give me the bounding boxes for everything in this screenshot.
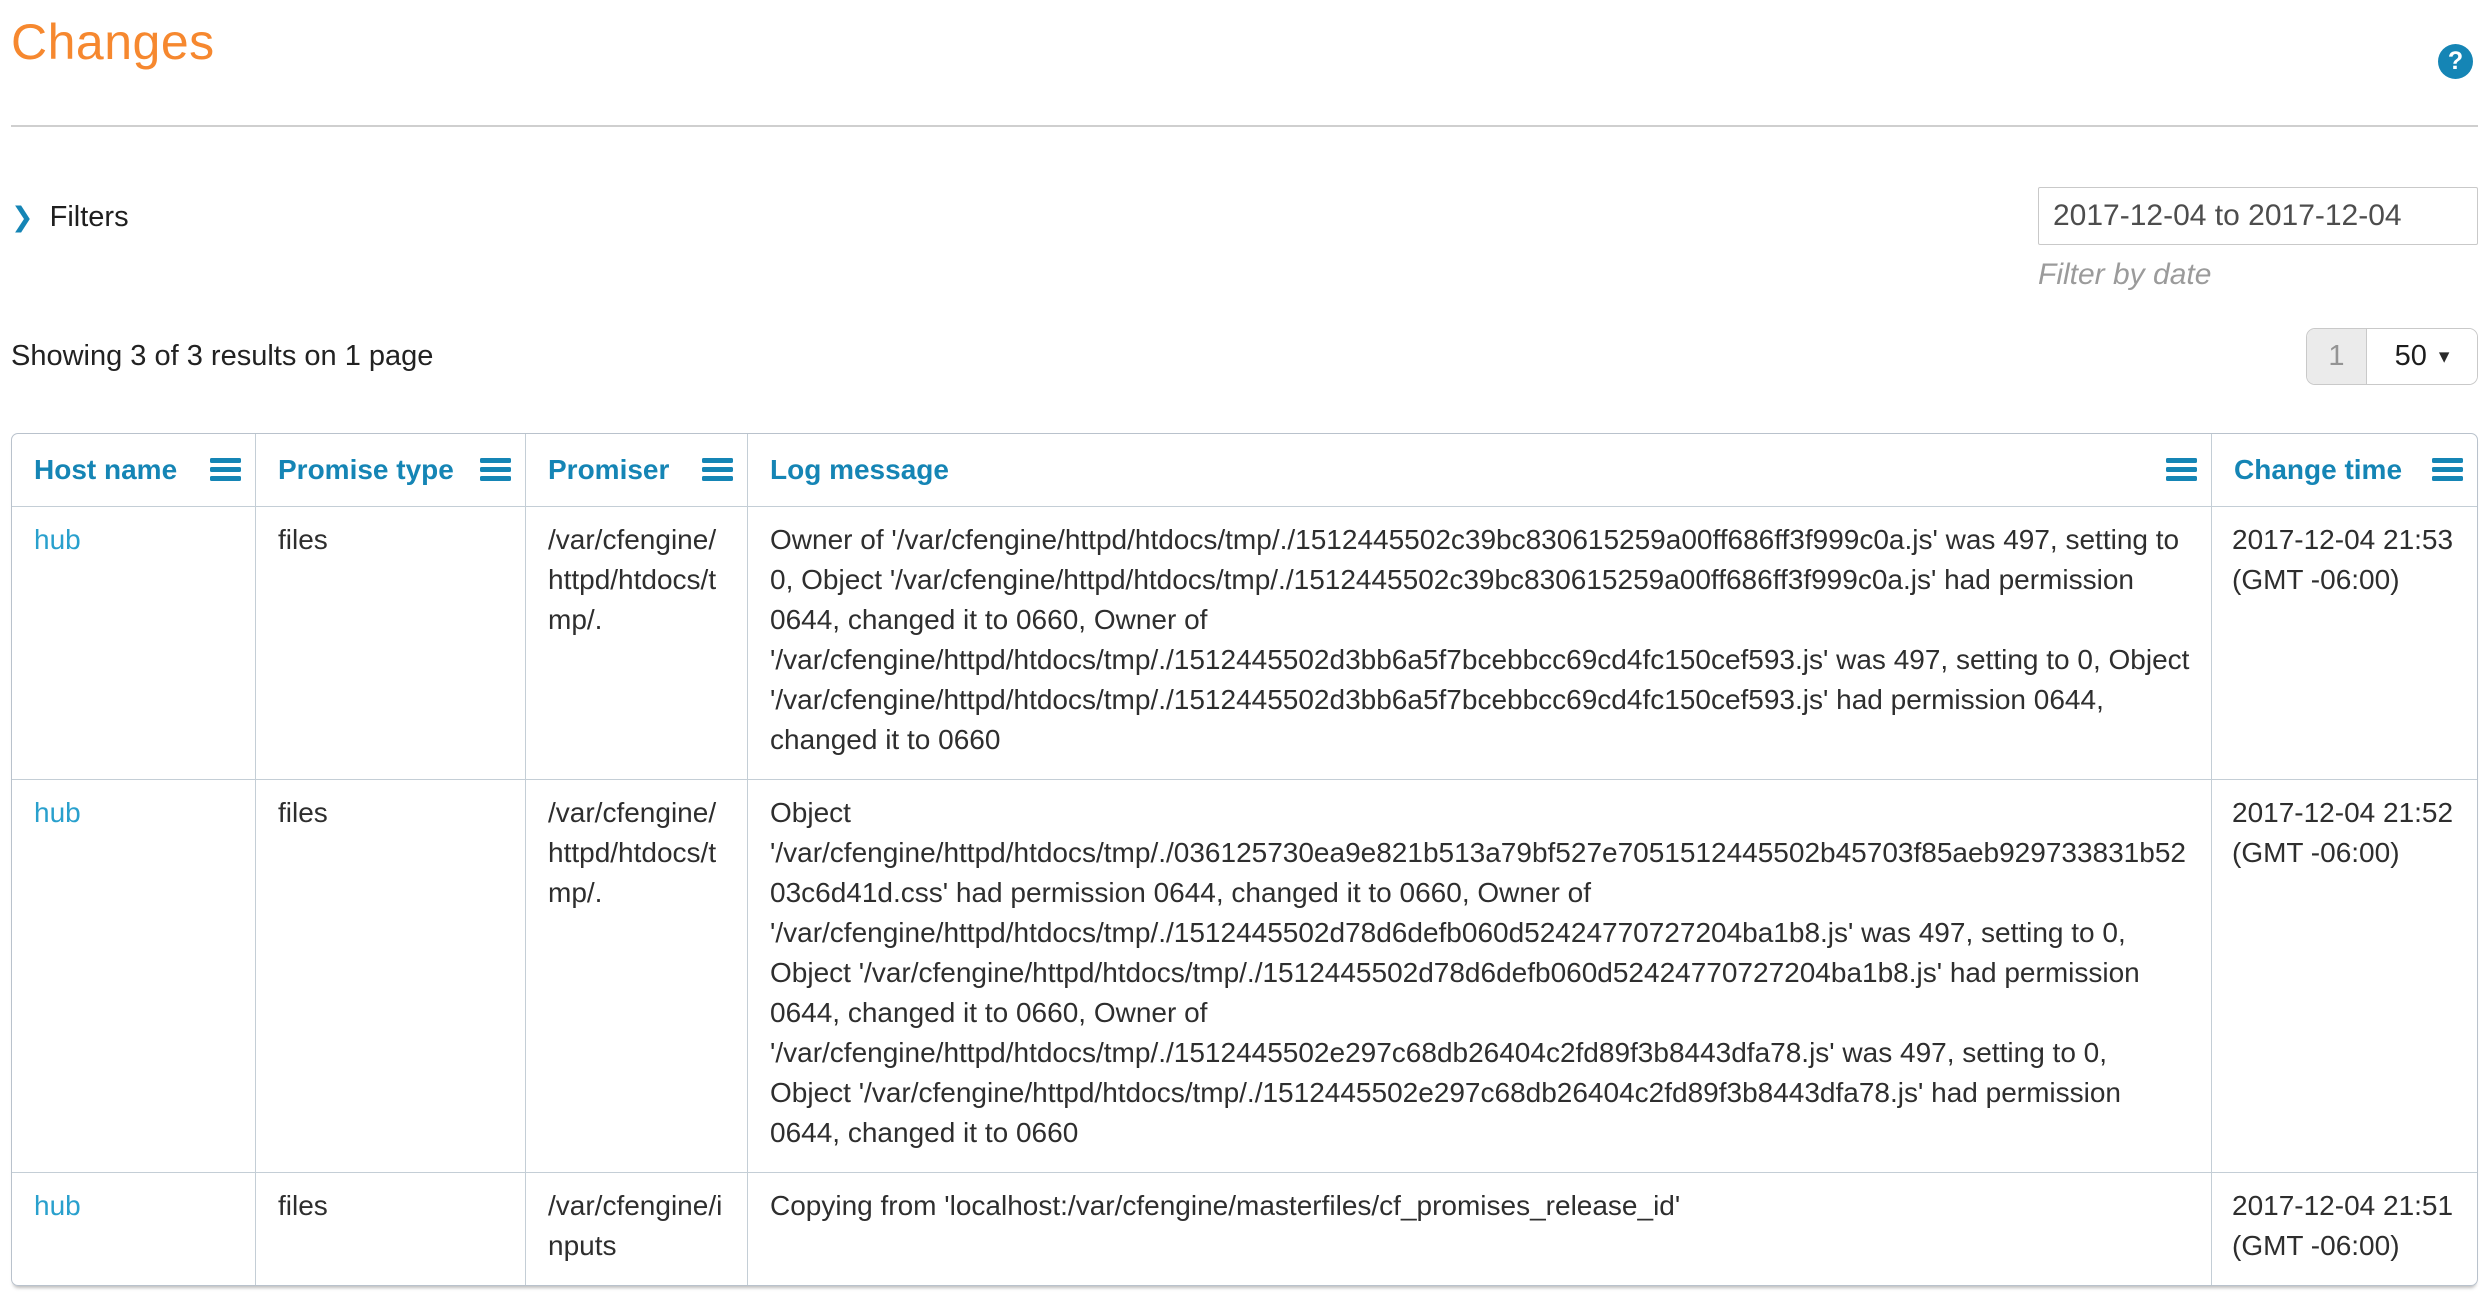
- changes-page: Changes ? ❯ Filters Filter by date Showi…: [0, 6, 2489, 1306]
- header-host-name: Host name: [12, 434, 256, 506]
- cell-promiser: /var/cfengine/httpd/htdocs/tmp/.: [526, 779, 748, 1172]
- header-row: Host name Promise type Promiser: [12, 434, 2477, 506]
- date-filter-hint: Filter by date: [2038, 258, 2478, 292]
- changes-table-wrap: Host name Promise type Promiser: [11, 433, 2478, 1286]
- column-menu-icon[interactable]: [210, 458, 241, 481]
- cell-host-name: hub: [12, 506, 256, 779]
- header-label: Log message: [770, 454, 949, 486]
- column-menu-icon[interactable]: [2166, 458, 2197, 481]
- caret-down-icon: ▾: [2439, 346, 2450, 367]
- cell-change-time: 2017-12-04 21:52 (GMT -06:00): [2212, 779, 2477, 1172]
- chevron-right-icon: ❯: [11, 204, 34, 231]
- header-label: Promiser: [548, 454, 669, 486]
- header-change-time: Change time: [2212, 434, 2477, 506]
- header-label: Host name: [34, 454, 177, 486]
- host-link[interactable]: hub: [34, 524, 81, 555]
- cell-promise-type: files: [256, 506, 526, 779]
- cell-promise-type: files: [256, 779, 526, 1172]
- cell-host-name: hub: [12, 779, 256, 1172]
- page-title: Changes: [11, 6, 2478, 79]
- cell-promiser: /var/cfengine/httpd/htdocs/tmp/.: [526, 506, 748, 779]
- cell-change-time: 2017-12-04 21:53 (GMT -06:00): [2212, 506, 2477, 779]
- page-size-dropdown[interactable]: 50 ▾: [2367, 329, 2477, 384]
- cell-promiser: /var/cfengine/inputs: [526, 1172, 748, 1285]
- column-menu-icon[interactable]: [480, 458, 511, 481]
- results-summary: Showing 3 of 3 results on 1 page: [11, 340, 433, 373]
- header-label: Promise type: [278, 454, 454, 486]
- pagination: 1 50 ▾: [2306, 328, 2478, 385]
- date-filter: Filter by date: [2038, 187, 2478, 292]
- header-log-message: Log message: [748, 434, 2212, 506]
- cell-promise-type: files: [256, 1172, 526, 1285]
- table-row: hub files /var/cfengine/httpd/htdocs/tmp…: [12, 779, 2477, 1172]
- page-number-button[interactable]: 1: [2307, 329, 2367, 384]
- page-size-value: 50: [2395, 340, 2427, 373]
- cell-change-time: 2017-12-04 21:51 (GMT -06:00): [2212, 1172, 2477, 1285]
- cell-host-name: hub: [12, 1172, 256, 1285]
- filters-label: Filters: [50, 201, 129, 234]
- host-link[interactable]: hub: [34, 797, 81, 828]
- title-divider: [11, 125, 2478, 127]
- date-range-input[interactable]: [2038, 187, 2478, 245]
- header-label: Change time: [2234, 454, 2402, 486]
- cell-log-message: Copying from 'localhost:/var/cfengine/ma…: [748, 1172, 2212, 1285]
- filters-toggle[interactable]: ❯ Filters: [11, 201, 129, 234]
- filters-row: ❯ Filters Filter by date: [11, 187, 2478, 292]
- column-menu-icon[interactable]: [2432, 458, 2463, 481]
- header-promise-type: Promise type: [256, 434, 526, 506]
- results-row: Showing 3 of 3 results on 1 page 1 50 ▾: [11, 328, 2478, 385]
- column-menu-icon[interactable]: [702, 458, 733, 481]
- changes-table: Host name Promise type Promiser: [12, 434, 2477, 1285]
- cell-log-message: Owner of '/var/cfengine/httpd/htdocs/tmp…: [748, 506, 2212, 779]
- table-row: hub files /var/cfengine/inputs Copying f…: [12, 1172, 2477, 1285]
- help-icon[interactable]: ?: [2438, 44, 2473, 79]
- cell-log-message: Object '/var/cfengine/httpd/htdocs/tmp/.…: [748, 779, 2212, 1172]
- host-link[interactable]: hub: [34, 1190, 81, 1221]
- table-row: hub files /var/cfengine/httpd/htdocs/tmp…: [12, 506, 2477, 779]
- header-promiser: Promiser: [526, 434, 748, 506]
